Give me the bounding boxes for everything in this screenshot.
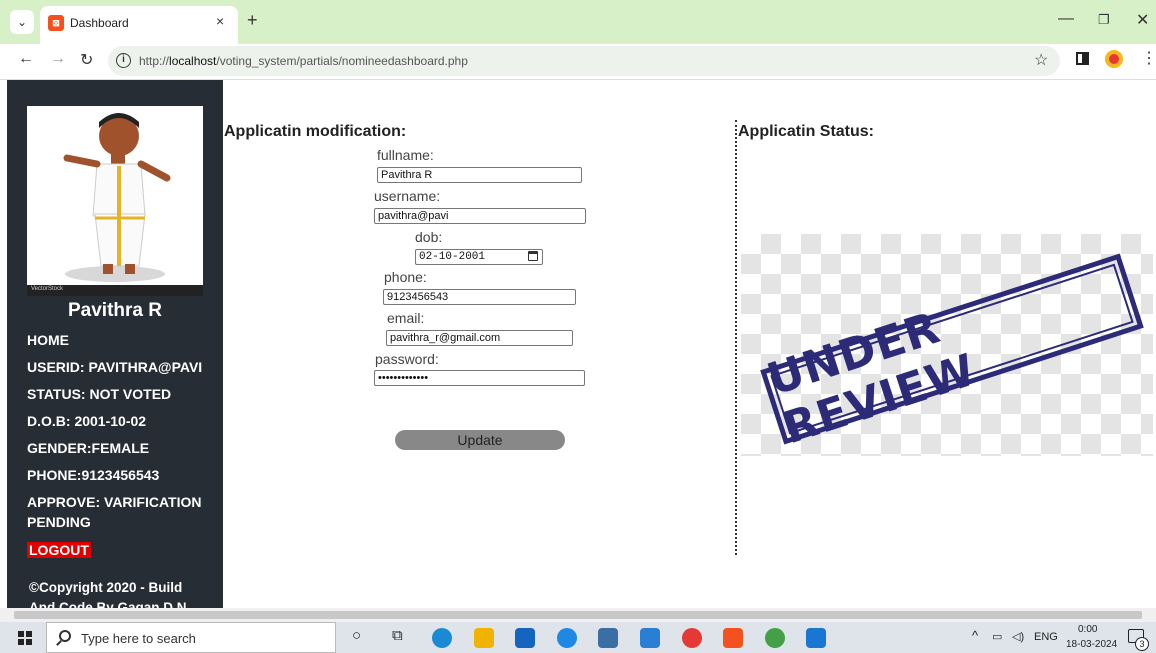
skype-icon[interactable] — [557, 628, 577, 648]
forward-arrow-icon[interactable]: → — [50, 50, 66, 68]
horizontal-scrollbar[interactable] — [0, 608, 1156, 622]
sidebar-item-approve: APPROVE: VARIFICATION PENDING — [27, 494, 202, 530]
image-watermark: VectorStock — [27, 285, 203, 296]
minimize-icon[interactable]: — — [1058, 10, 1074, 28]
browser-tab-bar: ⌄ ⊠ Dashboard × + — ❐ ✕ — [0, 0, 1156, 44]
chrome-active-icon[interactable] — [765, 628, 785, 648]
cortana-icon[interactable]: ○ — [352, 627, 361, 644]
clock-date[interactable]: 18-03-2024 — [1066, 639, 1117, 650]
chrome-icon[interactable] — [682, 628, 702, 648]
restore-icon[interactable]: ❐ — [1098, 12, 1110, 28]
email-field[interactable]: pavithra_r@gmail.com — [386, 330, 573, 346]
bookmark-star-icon[interactable]: ☆ — [1034, 50, 1048, 70]
sidebar-item-phone: PHONE:9123456543 — [27, 467, 160, 483]
file-explorer-icon[interactable] — [474, 628, 494, 648]
tray-chevron-icon[interactable]: ^ — [972, 628, 978, 643]
phone-field[interactable]: 9123456543 — [383, 289, 576, 305]
volume-icon[interactable]: ◁) — [1012, 630, 1024, 643]
windows-start-icon[interactable] — [18, 631, 32, 645]
username-field[interactable]: pavithra@pavi — [374, 208, 586, 224]
status-image: UNDER REVIEW — [741, 234, 1153, 456]
password-field[interactable]: ••••••••••••• — [374, 370, 585, 386]
stamp-text: UNDER REVIEW — [761, 302, 982, 455]
xampp-icon[interactable] — [723, 628, 743, 648]
reload-icon[interactable]: ↻ — [80, 50, 93, 70]
sidebar: VectorStock Pavithra R HOME USERID: PAVI… — [7, 80, 223, 608]
vscode-icon[interactable] — [806, 628, 826, 648]
sidebar-item-status: STATUS: NOT VOTED — [27, 386, 172, 402]
logout-button[interactable]: LOGOUT — [27, 542, 91, 558]
store-icon[interactable] — [598, 628, 618, 648]
fullname-field[interactable]: Pavithra R — [377, 167, 582, 183]
fullname-label: fullname: — [377, 147, 434, 163]
photos-icon[interactable] — [640, 628, 660, 648]
tab-title: Dashboard — [70, 16, 129, 30]
mail-icon[interactable] — [515, 628, 535, 648]
sidebar-item-home[interactable]: HOME — [27, 330, 217, 350]
column-divider — [735, 120, 737, 555]
calendar-icon[interactable] — [528, 251, 538, 261]
password-label: password: — [375, 351, 439, 367]
edge-icon[interactable] — [432, 628, 452, 648]
url-text[interactable]: http://localhost/voting_system/partials/… — [139, 54, 468, 68]
under-review-stamp: UNDER REVIEW — [760, 253, 1144, 454]
taskbar-search-input[interactable]: Type here to search — [46, 622, 336, 653]
new-tab-icon[interactable]: + — [247, 10, 258, 31]
browser-tab[interactable]: ⊠ Dashboard × — [40, 6, 238, 44]
back-arrow-icon[interactable]: ← — [18, 50, 34, 68]
dob-label: dob: — [415, 229, 443, 245]
close-tab-icon[interactable]: × — [216, 13, 224, 29]
window-close-icon[interactable]: ✕ — [1136, 10, 1149, 30]
browser-toolbar: ← → ↻ i http://localhost/voting_system/p… — [0, 44, 1156, 80]
search-icon — [59, 630, 71, 642]
site-info-icon[interactable]: i — [116, 53, 131, 68]
dob-field[interactable]: 02-10-2001 — [415, 249, 543, 265]
sidebar-item-dob: D.O.B: 2001-10-02 — [27, 413, 147, 429]
browser-menu-icon[interactable]: ⋮ — [1141, 48, 1156, 68]
language-indicator[interactable]: ENG — [1034, 631, 1058, 643]
cartoon-man-illustration — [63, 113, 171, 282]
sidebar-item-gender: GENDER:FEMALE — [27, 440, 150, 456]
sidebar-item-userid: USERID: PAVITHRA@PAVI — [27, 359, 203, 375]
email-label: email: — [387, 310, 425, 326]
xampp-favicon-icon: ⊠ — [48, 15, 64, 31]
scrollbar-thumb[interactable] — [14, 611, 1142, 619]
update-button[interactable]: Update — [395, 430, 565, 450]
profile-name: Pavithra R — [68, 300, 162, 321]
tab-search-chevron-icon[interactable]: ⌄ — [10, 10, 34, 34]
username-label: username: — [374, 188, 441, 204]
side-panel-icon[interactable] — [1076, 52, 1089, 65]
modification-heading: Applicatin modification: — [224, 123, 407, 140]
notification-count: 3 — [1135, 637, 1149, 651]
copyright-text: ©Copyright 2020 - Build And Code By Gaga… — [29, 580, 191, 608]
search-placeholder: Type here to search — [81, 631, 196, 646]
phone-label: phone: — [384, 269, 427, 285]
address-bar[interactable]: i http://localhost/voting_system/partial… — [108, 46, 1060, 76]
clock-time[interactable]: 0:00 — [1078, 624, 1097, 635]
status-heading: Applicatin Status: — [738, 123, 875, 140]
taskbar: Type here to search ○ ⧉ ^ ▭ ◁) ENG 0:00 … — [0, 622, 1156, 653]
avatar: VectorStock — [27, 106, 203, 296]
task-view-icon[interactable]: ⧉ — [392, 627, 403, 644]
extension-icon[interactable] — [1105, 50, 1123, 68]
network-icon[interactable]: ▭ — [992, 630, 1002, 643]
